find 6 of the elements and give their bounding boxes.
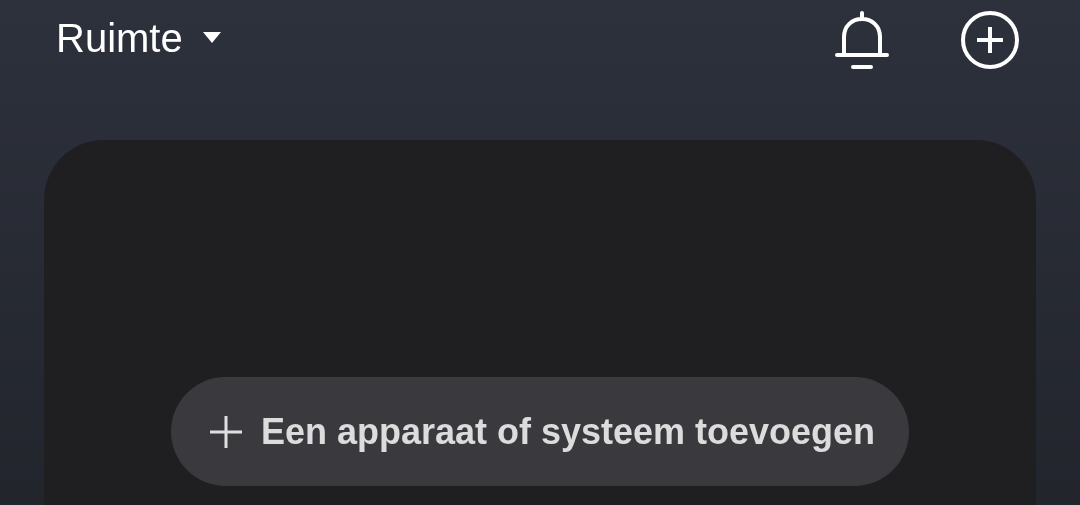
room-dropdown[interactable]: Ruimte [56,8,221,68]
add-device-button[interactable]: Een apparaat of systeem toevoegen [170,377,910,486]
add-icon[interactable] [960,10,1020,70]
plus-icon [208,414,243,449]
caret-icon [202,32,221,44]
bell-icon[interactable] [834,11,890,69]
